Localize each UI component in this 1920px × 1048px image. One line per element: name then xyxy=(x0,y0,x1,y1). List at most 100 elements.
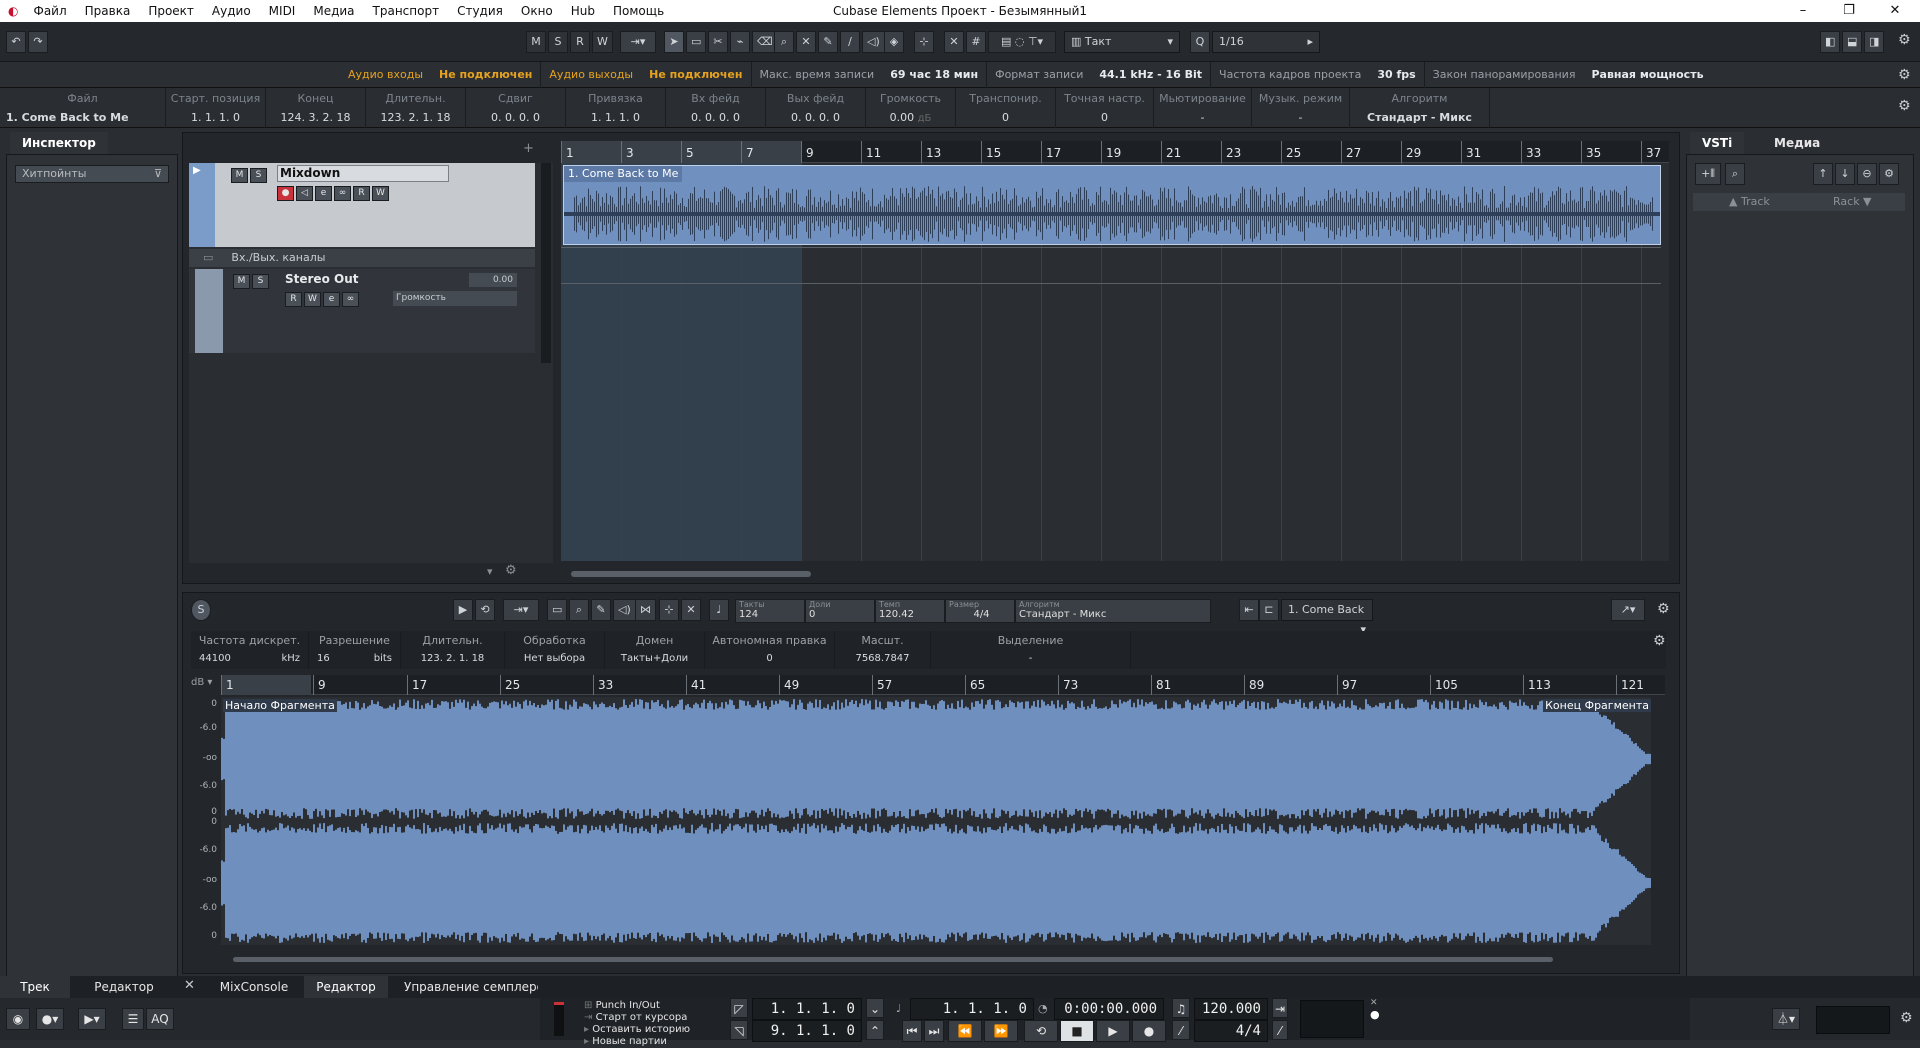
track-mixdown[interactable]: ▶ MS Mixdown ● ◁ e ∞ R W xyxy=(189,163,535,247)
undo-button[interactable]: ↶ xyxy=(6,31,26,53)
project-ruler[interactable]: 1 3 5 7 9 11 13 15 17 19 21 23 25 27 29 … xyxy=(561,141,1669,163)
hitpoints-section[interactable]: Хитпойнты ⊽ xyxy=(15,165,169,183)
loop-preview-icon[interactable]: ⟲ xyxy=(475,599,495,621)
event-display[interactable]: 1. Come Back to Me xyxy=(561,163,1669,577)
editor-ruler[interactable]: 1 9 17 25 33 41 49 57 65 73 81 89 97 105… xyxy=(221,675,1665,695)
pointer-tool-icon[interactable]: ➤ xyxy=(664,31,684,53)
info-value[interactable]: Такты+Доли xyxy=(605,653,704,664)
audio-inputs-value[interactable]: Не подключен xyxy=(431,61,542,88)
mute-toggle[interactable]: M xyxy=(526,31,546,53)
rack-toggle[interactable]: Rack ▼ xyxy=(1833,193,1872,211)
write-automation-button[interactable]: W xyxy=(372,186,389,201)
range-select-tool-icon[interactable]: ▭ xyxy=(547,599,568,621)
tempo-mode-icon[interactable]: ⇥ xyxy=(1272,998,1288,1018)
transport-gear-icon[interactable]: ⚙ xyxy=(1900,1010,1913,1026)
grid-icon[interactable]: # xyxy=(966,31,986,53)
track-stereo-out[interactable]: MS Stereo Out 0.00 R We ∞ Громкость xyxy=(189,269,535,353)
rack-gear-icon[interactable]: ⚙ xyxy=(1879,163,1899,185)
edit-channel-icon[interactable]: e xyxy=(315,186,332,201)
new-parts-option[interactable]: ▸ Новые партии xyxy=(584,1036,690,1048)
warp-tool-icon[interactable]: ⋈ xyxy=(635,599,656,621)
status-settings-gear-icon[interactable]: ⚙ xyxy=(1898,67,1911,83)
editor-logo-icon[interactable]: S xyxy=(191,599,211,621)
tab-editor[interactable]: Редактор xyxy=(304,976,388,998)
metronome-icon[interactable]: ⏃▾ xyxy=(1772,1008,1800,1030)
record-icon[interactable]: ● xyxy=(1132,1020,1166,1042)
read-automation-button[interactable]: R xyxy=(353,186,370,201)
solo-toggle[interactable]: S xyxy=(548,31,568,53)
rewind-icon[interactable]: ⏪ xyxy=(948,1020,982,1042)
close-button[interactable]: ✕ xyxy=(1872,0,1918,22)
play-tool-icon[interactable]: ◁) xyxy=(862,31,885,53)
track-mute-button[interactable]: M xyxy=(231,168,248,183)
horizontal-scrollbar[interactable] xyxy=(571,571,811,577)
info-gear-icon[interactable]: ⚙ xyxy=(1653,633,1666,649)
glue-tool-icon[interactable]: ⌁ xyxy=(730,31,750,53)
info-value[interactable]: 0. 0. 0. 0 xyxy=(666,111,765,124)
menu-audio[interactable]: Аудио xyxy=(203,0,260,22)
keep-history-option[interactable]: ▸ Оставить историю xyxy=(584,1024,690,1036)
snap-icon[interactable]: ⊹ xyxy=(914,31,934,53)
info-value[interactable]: 1. Come Back to Me xyxy=(0,111,165,124)
info-value[interactable]: - xyxy=(1252,111,1349,124)
menu-window[interactable]: Окно xyxy=(512,0,562,22)
info-value[interactable]: 0. 0. 0. 0 xyxy=(766,111,865,124)
lower-zone-toggle-icon[interactable]: ⬓ xyxy=(1842,31,1863,53)
tab-mixconsole[interactable]: MixConsole xyxy=(206,976,302,998)
export-icon[interactable]: ↗▾ xyxy=(1611,599,1645,621)
tab-editor-left[interactable]: Редактор xyxy=(72,976,176,998)
grid-type-select[interactable]: ▥ Такт ▾ xyxy=(1064,31,1180,53)
info-value[interactable]: 123. 2. 1. 18 xyxy=(366,111,465,124)
mute-tool-icon[interactable]: ✕ xyxy=(796,31,816,53)
transport-close-icon[interactable]: ✕ xyxy=(1370,998,1378,1008)
write-toggle[interactable]: W xyxy=(592,31,613,53)
db-label[interactable]: dB ▾ xyxy=(191,677,212,688)
position-display[interactable]: 1. 1. 1. 0 xyxy=(910,998,1034,1020)
menu-midi[interactable]: MIDI xyxy=(260,0,305,22)
menu-file[interactable]: Файл xyxy=(24,0,75,22)
activate-project-icon[interactable]: ◉ xyxy=(6,1008,30,1030)
tab-inspector[interactable]: Инспектор xyxy=(10,132,108,154)
menu-hub[interactable]: Hub xyxy=(562,0,604,22)
musical-mode-icon[interactable]: ♩ xyxy=(709,599,729,621)
snap-zero-icon[interactable]: ✕ xyxy=(944,31,964,53)
bars-field[interactable]: Такты 124 xyxy=(735,599,805,623)
move-down-icon[interactable]: ↓ xyxy=(1835,163,1855,185)
draw-tool-icon[interactable]: ✎ xyxy=(818,31,838,53)
minimize-button[interactable]: – xyxy=(1780,0,1826,22)
tempo-display[interactable]: 120.000 xyxy=(1194,998,1268,1020)
edit-channel-icon[interactable]: e xyxy=(323,292,340,307)
go-end-icon[interactable]: ⏭ xyxy=(924,1020,944,1042)
show-event-icon[interactable]: ⇤ xyxy=(1239,599,1259,621)
track-toggle[interactable]: ▲ Track xyxy=(1729,193,1770,211)
redo-button[interactable]: ↷ xyxy=(28,31,48,53)
expand-icon[interactable]: ▶ xyxy=(193,165,201,176)
add-instrument-icon[interactable]: +⫴ xyxy=(1695,163,1721,185)
zoom-tool-icon[interactable]: ⌕ xyxy=(774,31,794,53)
right-locator-display[interactable]: 9. 1. 1. 0 xyxy=(752,1020,862,1042)
quantize-button[interactable]: Q xyxy=(1190,31,1210,53)
info-value[interactable]: Нет выбора xyxy=(505,653,604,664)
restore-button[interactable]: ❐ xyxy=(1826,0,1872,22)
punch-option[interactable]: ⊞ Punch In/Out xyxy=(584,1000,690,1012)
automation-param[interactable]: Громкость xyxy=(393,291,517,306)
tempo-field[interactable]: Темп 120.42 xyxy=(875,599,945,623)
record-enable-icon[interactable]: ● xyxy=(277,186,294,201)
line-tool-icon[interactable]: ∕ xyxy=(840,31,860,53)
time-display[interactable]: 0:00:00.000 xyxy=(1054,998,1164,1020)
info-value[interactable]: 0 xyxy=(956,111,1055,124)
editor-snap-icon[interactable]: ⊹ xyxy=(659,599,679,621)
signature-display[interactable]: 4/4 xyxy=(1194,1020,1268,1042)
right-zone-toggle-icon[interactable]: ◨ xyxy=(1864,31,1885,53)
monitor-icon[interactable]: ◁ xyxy=(296,186,313,201)
waveform-area[interactable]: Начало Фрагмента Конец Фрагмента xyxy=(221,697,1651,945)
split-tool-icon[interactable]: ✂ xyxy=(708,31,728,53)
algorithm-field[interactable]: Алгоритм Стандарт - Микс xyxy=(1015,599,1211,623)
sort-icon[interactable]: ▾ xyxy=(487,565,493,578)
frame-rate-value[interactable]: 30 fps xyxy=(1369,61,1425,88)
info-value[interactable]: 7568.7847 xyxy=(835,653,930,664)
beats-field[interactable]: Доли 0 xyxy=(805,599,875,623)
record-format-value[interactable]: 44.1 kHz - 16 Bit xyxy=(1091,61,1212,88)
read-toggle[interactable]: R xyxy=(570,31,590,53)
folder-io-channels[interactable]: ▭ Вх./Вых. каналы xyxy=(189,249,535,267)
